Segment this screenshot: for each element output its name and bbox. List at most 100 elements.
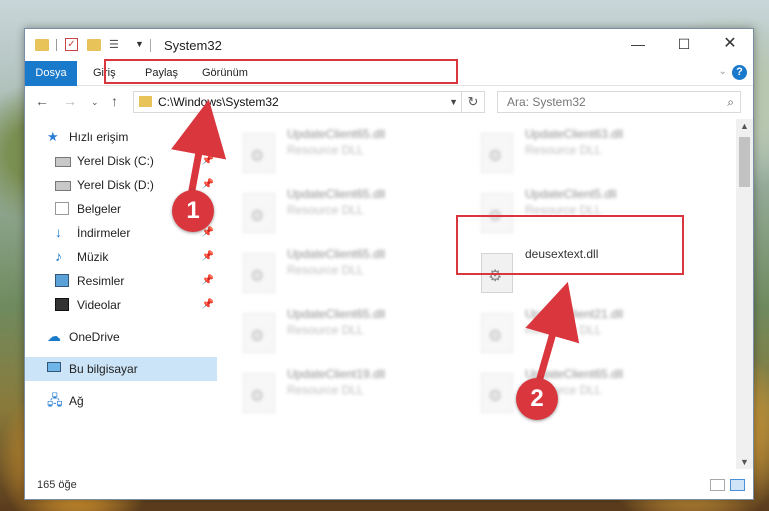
dll-file-icon (481, 133, 513, 173)
back-arrow-icon[interactable]: ← (35, 93, 49, 109)
file-type: Resource DLL (287, 143, 364, 157)
sidebar-item-quick-access[interactable]: ★ Hızlı erişim (25, 125, 217, 149)
sidebar-item-pictures[interactable]: Resimler 📌 (25, 269, 217, 293)
item-count: 165 öğe (37, 479, 77, 491)
help-icon[interactable]: ? (732, 65, 747, 80)
sidebar-item-label: OneDrive (69, 330, 120, 344)
videos-icon (55, 298, 69, 311)
maximize-button[interactable]: ☐ (661, 29, 707, 59)
vertical-scrollbar[interactable]: ▲ ▼ (736, 119, 753, 469)
file-type: Resource DLL (525, 143, 602, 157)
refresh-icon[interactable]: ↻ (461, 92, 484, 112)
file-item[interactable]: UpdateClient63.dll Resource DLL (473, 125, 703, 179)
file-item[interactable]: UpdateClient65.dll Resource DLL (235, 185, 465, 239)
file-name: UpdateClient65.dll (287, 307, 386, 321)
scroll-down-icon[interactable]: ▼ (740, 457, 749, 467)
view-list-icon[interactable]: ☰ (109, 39, 123, 51)
sidebar-item-label: Bu bilgisayar (69, 362, 138, 376)
search-icon[interactable]: ⌕ (727, 95, 734, 110)
dll-file-icon (243, 193, 275, 233)
star-icon: ★ (47, 129, 59, 144)
sidebar-item-label: Ağ (69, 394, 84, 408)
dll-file-icon (243, 313, 275, 353)
sidebar-item-label: Müzik (77, 250, 109, 264)
file-type: Resource DLL (287, 383, 364, 397)
file-type: Resource DLL (287, 203, 364, 217)
pin-icon[interactable]: 📌 (202, 299, 214, 310)
file-list: UpdateClient65.dll Resource DLL UpdateCl… (221, 119, 733, 469)
sidebar-item-label: Resimler (77, 274, 125, 288)
search-input[interactable]: Ara: System32 (507, 95, 586, 109)
folder-icon (139, 96, 152, 107)
file-item[interactable]: UpdateClient19.dll Resource DLL (235, 365, 465, 419)
sidebar-item-label: Yerel Disk (D:) (77, 178, 154, 192)
download-icon: ↓ (55, 224, 62, 240)
dll-file-icon (481, 313, 513, 353)
file-highlight-box (456, 215, 684, 275)
file-item[interactable]: UpdateClient21.dll Resource DLL (473, 305, 703, 359)
drive-icon (55, 157, 71, 167)
file-name: UpdateClient19.dll (287, 367, 386, 381)
recent-locations-icon[interactable]: ⌄ (91, 97, 99, 108)
window-title: System32 (164, 38, 222, 53)
dll-file-icon (243, 133, 275, 173)
file-name: UpdateClient65.dll (287, 247, 386, 261)
chevron-down-icon[interactable]: ▼ (449, 97, 458, 107)
up-arrow-icon[interactable]: ↑ (111, 93, 118, 109)
drive-icon (55, 181, 71, 191)
file-item[interactable]: UpdateClient65.dll Resource DLL (235, 125, 465, 179)
music-icon: ♪ (55, 248, 62, 264)
file-item[interactable]: UpdateClient65.dll Resource DLL (473, 365, 703, 419)
navigation-pane: ★ Hızlı erişim Yerel Disk (C:) 📌 Yerel D… (25, 119, 217, 469)
file-type: Resource DLL (287, 263, 364, 277)
file-name: UpdateClient65.dll (287, 127, 386, 141)
details-view-icon[interactable] (710, 479, 725, 491)
sidebar-item-label: Hızlı erişim (69, 130, 129, 144)
address-highlight-box (104, 59, 458, 84)
toolbar-separator (56, 39, 57, 51)
pin-icon[interactable]: 📌 (202, 179, 214, 190)
folder-icon[interactable] (35, 39, 49, 51)
scroll-thumb[interactable] (739, 137, 750, 187)
callout-badge-2: 2 (516, 378, 558, 420)
address-path[interactable]: C:\Windows\System32 (158, 95, 279, 109)
scroll-up-icon[interactable]: ▲ (740, 121, 749, 131)
file-name: UpdateClient5.dll (525, 187, 617, 201)
title-bar: ✓ ☰ ▼ System32 — ☐ ✕ (25, 29, 753, 61)
sidebar-item-network[interactable]: 🖧 Ağ (25, 389, 217, 413)
address-bar[interactable]: C:\Windows\System32 ▼ ↻ (133, 91, 485, 113)
new-folder-icon[interactable] (87, 39, 101, 51)
status-bar: 165 öğe (25, 471, 753, 499)
pictures-icon (55, 274, 69, 287)
dll-file-icon (481, 373, 513, 413)
file-name: UpdateClient21.dll (525, 307, 624, 321)
pin-icon[interactable]: 📌 (202, 251, 214, 262)
forward-arrow-icon[interactable]: → (63, 93, 77, 109)
pin-icon[interactable]: 📌 (202, 155, 214, 166)
file-item[interactable]: UpdateClient65.dll Resource DLL (235, 245, 465, 299)
sidebar-item-music[interactable]: ♪ Müzik 📌 (25, 245, 217, 269)
documents-icon (55, 202, 69, 215)
pin-icon[interactable]: 📌 (202, 275, 214, 286)
minimize-button[interactable]: — (615, 29, 661, 59)
chevron-down-icon[interactable]: ▼ (135, 39, 144, 55)
cloud-icon: ☁ (47, 328, 61, 344)
sidebar-item-local-disk-c[interactable]: Yerel Disk (C:) 📌 (25, 149, 217, 173)
large-icons-view-icon[interactable] (730, 479, 745, 491)
computer-icon (47, 362, 61, 372)
expand-ribbon-icon[interactable]: ⌄ (719, 66, 727, 77)
dll-file-icon (243, 373, 275, 413)
file-item[interactable]: UpdateClient65.dll Resource DLL (235, 305, 465, 359)
close-button[interactable]: ✕ (707, 29, 753, 59)
dll-file-icon (243, 253, 275, 293)
sidebar-item-this-pc[interactable]: Bu bilgisayar (25, 357, 217, 381)
file-name: UpdateClient65.dll (287, 187, 386, 201)
file-type: Resource DLL (287, 323, 364, 337)
sidebar-item-label: Videolar (77, 298, 121, 312)
properties-icon[interactable]: ✓ (65, 38, 78, 51)
search-box[interactable]: Ara: System32 ⌕ (497, 91, 741, 113)
sidebar-item-videos[interactable]: Videolar 📌 (25, 293, 217, 317)
callout-badge-1: 1 (172, 190, 214, 232)
sidebar-item-onedrive[interactable]: ☁ OneDrive (25, 325, 217, 349)
network-icon: 🖧 (47, 392, 63, 408)
